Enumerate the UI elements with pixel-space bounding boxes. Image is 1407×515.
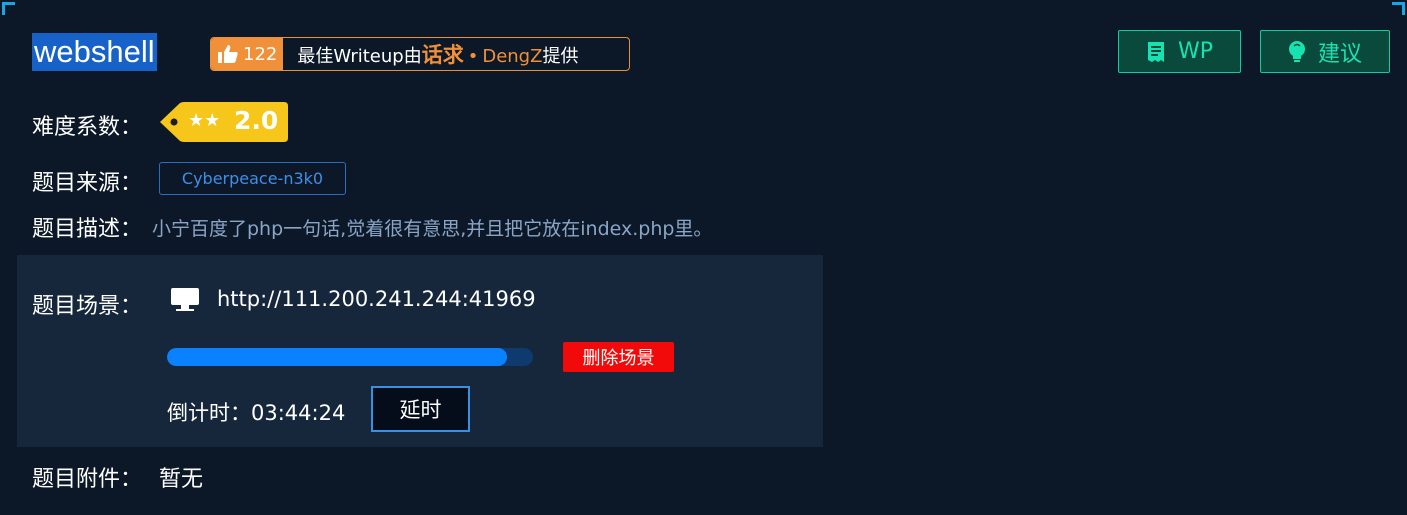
source-badge[interactable]: Cyberpeace-n3k0 (159, 162, 346, 195)
attachments-value: 暂无 (159, 467, 204, 492)
scene-url[interactable]: http://111.200.241.244:41969 (217, 287, 536, 311)
like-count: 122 (243, 43, 278, 65)
wp-button-label: WP (1177, 39, 1214, 64)
scene-progress-bar (167, 348, 533, 366)
suggest-button[interactable]: 建议 (1260, 30, 1390, 73)
challenge-title: webshell (32, 33, 157, 71)
attachments-label: 题目附件： (32, 467, 143, 492)
scene-progress-fill (167, 348, 508, 366)
countdown: 倒计时：03:44:24 (167, 397, 345, 427)
suggest-button-label: 建议 (1317, 41, 1362, 67)
difficulty-value: 2.0 (234, 106, 279, 135)
like-button[interactable]: 122 (211, 38, 284, 70)
countdown-value: 03:44:24 (251, 401, 346, 425)
monitor-icon (171, 288, 199, 311)
writeup-author[interactable]: DengZ (482, 46, 542, 67)
scene-label: 题目场景： (32, 294, 143, 319)
lightbulb-icon (1288, 40, 1305, 62)
wp-button[interactable]: WP (1118, 30, 1241, 73)
document-icon (1147, 41, 1164, 62)
thumbs-up-icon (218, 45, 238, 63)
frame-corner-top-left (2, 2, 15, 15)
writeup-suffix: 提供 (542, 46, 579, 67)
countdown-label: 倒计时： (167, 401, 251, 425)
writeup-solver[interactable]: 话求 (422, 43, 464, 67)
writeup-banner: 122 最佳Writeup由话求 • DengZ提供 (210, 37, 630, 71)
writeup-separator: • (467, 46, 479, 67)
description-text: 小宁百度了php一句话,觉着很有意思,并且把它放在index.php里。 (152, 218, 713, 240)
frame-corner-top-right (1392, 2, 1405, 15)
writeup-credit: 最佳Writeup由话求 • DengZ提供 (283, 39, 578, 69)
difficulty-tag: ★★ 2.0 (160, 102, 288, 142)
extend-time-button[interactable]: 延时 (371, 386, 470, 432)
scene-panel: 题目场景： http://111.200.241.244:41969 删除场景 … (17, 255, 823, 447)
delete-scene-button[interactable]: 删除场景 (563, 342, 674, 372)
description-label: 题目描述： (32, 217, 143, 242)
difficulty-label: 难度系数： (32, 115, 143, 140)
source-label: 题目来源： (32, 171, 143, 196)
writeup-prefix: 最佳Writeup由 (297, 46, 422, 67)
difficulty-stars: ★★ (188, 110, 221, 131)
